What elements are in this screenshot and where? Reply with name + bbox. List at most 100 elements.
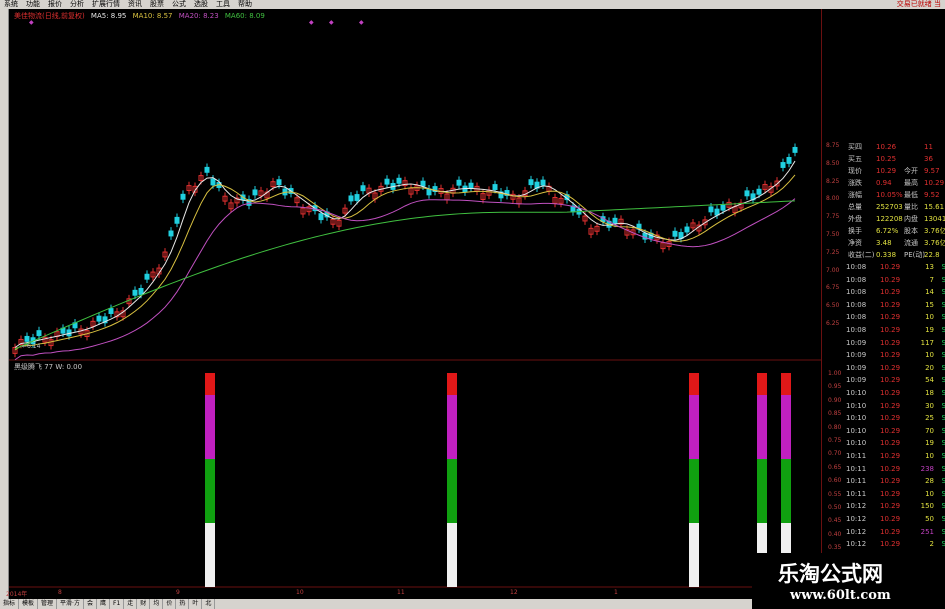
tick-price: 10.29 <box>880 439 901 448</box>
signal-bar-green <box>447 459 457 523</box>
kline-chart-area[interactable]: ◆ ◆ ◆ ◆ <box>9 9 821 589</box>
menu-item-news[interactable]: 资讯 <box>124 0 146 9</box>
sub-axis-label: 0.50 <box>828 504 842 511</box>
bottom-tab[interactable]: 模板 <box>19 599 39 609</box>
signal-bar-red <box>205 373 215 395</box>
bottom-tab[interactable]: 叶 <box>189 599 203 609</box>
tick-time: 10:08 <box>846 288 867 297</box>
left-toolbar[interactable] <box>0 9 9 599</box>
bottom-tab[interactable]: 会 <box>84 599 97 609</box>
signal-bar-white <box>447 523 457 587</box>
bottom-tab[interactable]: 管理 <box>38 599 58 609</box>
tick-price: 10.29 <box>880 338 901 347</box>
tick-volume: 10 <box>925 351 934 360</box>
date-axis-label: 10 <box>296 589 304 596</box>
tick-row[interactable]: 10:08 10.29 14 S <box>846 287 945 298</box>
quote-label: 量比 <box>904 203 918 211</box>
tick-time: 10:09 <box>846 338 867 347</box>
menu-item-function[interactable]: 功能 <box>22 0 44 9</box>
tick-row[interactable]: 10:11 10.29 238 S <box>846 464 945 475</box>
tick-side: S <box>941 376 945 385</box>
sub-axis-label: 0.45 <box>828 517 842 525</box>
date-axis-label: 11 <box>397 589 405 596</box>
tick-side: S <box>941 464 945 473</box>
bottom-tab[interactable]: 鹰 <box>97 599 110 609</box>
tick-row[interactable]: 10:09 10.29 54 S <box>846 375 945 386</box>
ma20-value: MA20: 8.23 <box>178 12 219 20</box>
candle-body <box>468 182 474 189</box>
trade-status[interactable]: 交易已就绪 当 <box>893 0 945 9</box>
tick-volume: 13 <box>925 263 934 271</box>
tick-row[interactable]: 10:12 10.29 251 S <box>846 527 945 538</box>
tick-price: 10.29 <box>880 351 901 360</box>
tick-row[interactable]: 10:08 10.29 13 S <box>846 262 945 273</box>
menu-item-help[interactable]: 帮助 <box>234 0 256 9</box>
signal-bar-magenta <box>689 395 699 459</box>
bottom-tab[interactable]: 均 <box>150 599 164 609</box>
tick-row[interactable]: 10:08 10.29 15 S <box>846 300 945 311</box>
tick-volume: 25 <box>925 414 934 423</box>
signal-bar-green <box>781 459 791 523</box>
menu-item-extended[interactable]: 扩展行情 <box>88 0 124 9</box>
tick-volume: 14 <box>925 288 934 297</box>
tick-row[interactable]: 10:08 10.29 7 S <box>846 275 945 286</box>
tick-side: S <box>941 426 945 435</box>
bottom-tab[interactable]: 财 <box>137 599 151 609</box>
bottom-tab[interactable]: 热 <box>176 599 190 609</box>
tick-row[interactable]: 10:12 10.29 2 S <box>846 539 945 550</box>
menu-item-tools[interactable]: 工具 <box>212 0 234 9</box>
tick-row[interactable]: 10:11 10.29 10 S <box>846 489 945 500</box>
bottom-tab[interactable]: 指标 <box>0 599 20 609</box>
bottom-tab[interactable]: F1 <box>110 599 125 609</box>
quote-row: 涨幅 10.05% 最低 9.52 <box>848 190 945 200</box>
quote-value: 6.72% <box>876 227 899 235</box>
quote-value: 11 <box>924 143 933 151</box>
tick-row[interactable]: 10:12 10.29 150 S <box>846 501 945 512</box>
tick-row[interactable]: 10:11 10.29 10 S <box>846 451 945 462</box>
menu-item-quote[interactable]: 报价 <box>44 0 66 9</box>
tick-row[interactable]: 10:10 10.29 70 S <box>846 426 945 437</box>
tick-row[interactable]: 10:09 10.29 20 S <box>846 363 945 374</box>
menu-item-analysis[interactable]: 分析 <box>66 0 88 9</box>
tick-volume: 30 <box>925 401 934 410</box>
tick-time: 10:10 <box>846 426 867 435</box>
tick-row[interactable]: 10:08 10.29 10 S <box>846 312 945 323</box>
tick-volume: 18 <box>925 389 934 397</box>
bottom-tab[interactable]: 走 <box>124 599 138 609</box>
tick-price: 10.29 <box>880 389 901 397</box>
candle-body <box>276 179 282 186</box>
tick-time: 10:08 <box>846 275 867 284</box>
low-price-value: 6.14 <box>27 343 41 350</box>
bottom-tab[interactable]: 价 <box>163 599 177 609</box>
tick-row[interactable]: 10:12 10.29 50 S <box>846 514 945 525</box>
signal-bar-green <box>757 459 767 523</box>
tick-row[interactable]: 10:10 10.29 30 S <box>846 401 945 412</box>
tick-row[interactable]: 10:09 10.29 10 S <box>846 350 945 361</box>
bottom-tab[interactable]: 北 <box>202 599 216 609</box>
tick-side: S <box>941 527 945 536</box>
sub-indicator-legend: 黑级腾飞 77 W: 0.00 <box>14 363 83 371</box>
tick-row[interactable]: 10:10 10.29 19 S <box>846 438 945 449</box>
tick-row[interactable]: 10:08 10.29 19 S <box>846 325 945 336</box>
menu-item-screen[interactable]: 选股 <box>190 0 212 9</box>
quote-label: 涨幅 <box>848 191 862 199</box>
menu-item-formula[interactable]: 公式 <box>168 0 190 9</box>
tick-row[interactable]: 10:10 10.29 25 S <box>846 413 945 424</box>
tick-row[interactable]: 10:11 10.29 28 S <box>846 476 945 487</box>
sub-axis-label: 0.35 <box>828 544 842 552</box>
tick-price: 10.29 <box>880 275 901 284</box>
tick-time: 10:11 <box>846 464 867 473</box>
tick-side: S <box>941 489 945 498</box>
bottom-tab[interactable]: 平滑·方 <box>57 599 84 609</box>
tick-volume: 238 <box>920 464 934 473</box>
tick-row[interactable]: 10:10 10.29 18 S <box>846 388 945 399</box>
menu-item-system[interactable]: 系统 <box>0 0 22 9</box>
quote-row: 换手 6.72% 股本 3.76亿 <box>848 226 945 236</box>
quote-label: 流通 <box>904 239 918 247</box>
signal-bar-red <box>447 373 457 395</box>
menu-item-stock[interactable]: 股票 <box>146 0 168 9</box>
tick-row[interactable]: 10:09 10.29 117 S <box>846 338 945 349</box>
tick-price: 10.29 <box>880 452 901 460</box>
price-axis-label: 6.75 <box>826 284 840 292</box>
tick-price: 10.29 <box>880 426 901 435</box>
